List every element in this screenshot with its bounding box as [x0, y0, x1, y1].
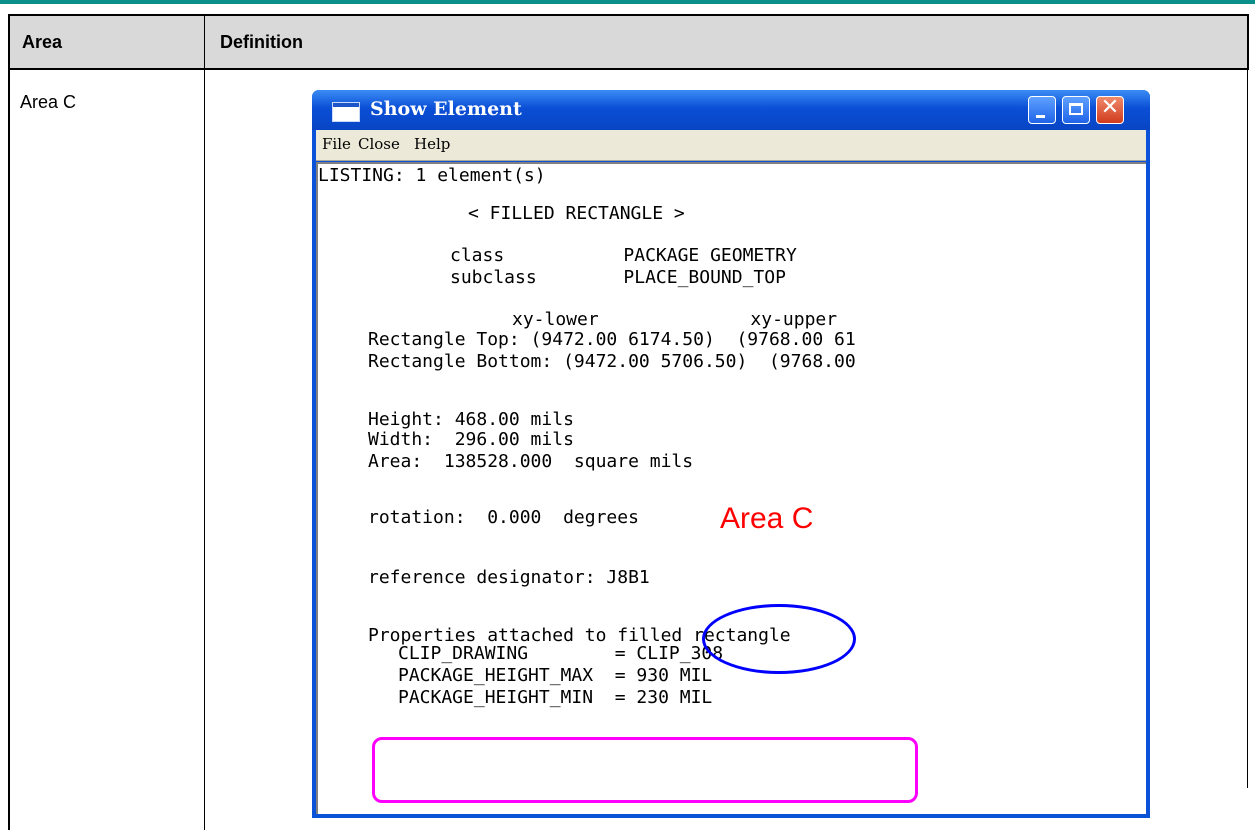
- menu-help[interactable]: Help: [414, 135, 450, 153]
- listing-line: class PACKAGE GEOMETRY: [450, 245, 797, 266]
- maximize-icon: [1069, 103, 1083, 115]
- listing-line: Area: 138528.000 square mils: [368, 451, 694, 472]
- close-icon: ✕: [1100, 95, 1120, 120]
- listing-line: Rectangle Bottom: (9472.00 5706.50) (976…: [368, 351, 856, 372]
- menu-close[interactable]: Close: [358, 135, 400, 153]
- window-titlebar[interactable]: Show Element ✕: [312, 90, 1150, 130]
- window-title: Show Element: [370, 98, 522, 120]
- row-area-cell: Area C: [20, 92, 77, 112]
- listing-line: rotation: 0.000 degrees: [368, 507, 639, 528]
- table-right-border: [1247, 70, 1248, 788]
- minimize-button[interactable]: [1028, 96, 1056, 124]
- table-header-row: Area Definition: [8, 14, 1249, 70]
- table-column-divider: [204, 14, 205, 830]
- close-button[interactable]: ✕: [1096, 95, 1124, 124]
- listing-line: reference designator: J8B1: [368, 567, 650, 588]
- listing-line: PACKAGE_HEIGHT_MIN = 230 MIL: [398, 687, 713, 708]
- header-definition: Definition: [220, 32, 303, 52]
- window-app-icon: [332, 102, 360, 122]
- header-area: Area: [22, 32, 63, 52]
- listing-line: Width: 296.00 mils: [368, 429, 574, 450]
- listing-line: xy-lower xy-upper: [512, 309, 838, 330]
- package-height-highlight: [372, 737, 918, 803]
- listing-line: subclass PLACE_BOUND_TOP: [450, 267, 786, 288]
- listing-line: LISTING: 1 element(s): [318, 165, 546, 186]
- top-rule: [0, 0, 1255, 4]
- listing-line: PACKAGE_HEIGHT_MAX = 930 MIL: [398, 665, 713, 686]
- listing-line: Height: 468.00 mils: [368, 409, 574, 430]
- minimize-icon: [1036, 115, 1045, 118]
- maximize-button[interactable]: [1062, 96, 1090, 124]
- listing-line: < FILLED RECTANGLE >: [468, 203, 685, 224]
- listing-text-area[interactable]: LISTING: 1 element(s) < FILLED RECTANGLE…: [316, 162, 1146, 814]
- show-element-window: Show Element ✕ File Close Help LISTING: …: [312, 90, 1150, 818]
- menu-file[interactable]: File: [322, 135, 351, 153]
- listing-line: Rectangle Top: (9472.00 6174.50) (9768.0…: [368, 329, 856, 350]
- area-c-annotation: Area C: [720, 502, 814, 535]
- table-left-border: [8, 14, 10, 830]
- menu-bar: File Close Help: [316, 130, 1146, 161]
- reference-designator-highlight: [702, 604, 856, 674]
- listing-line: CLIP_DRAWING = CLIP_308: [398, 643, 724, 664]
